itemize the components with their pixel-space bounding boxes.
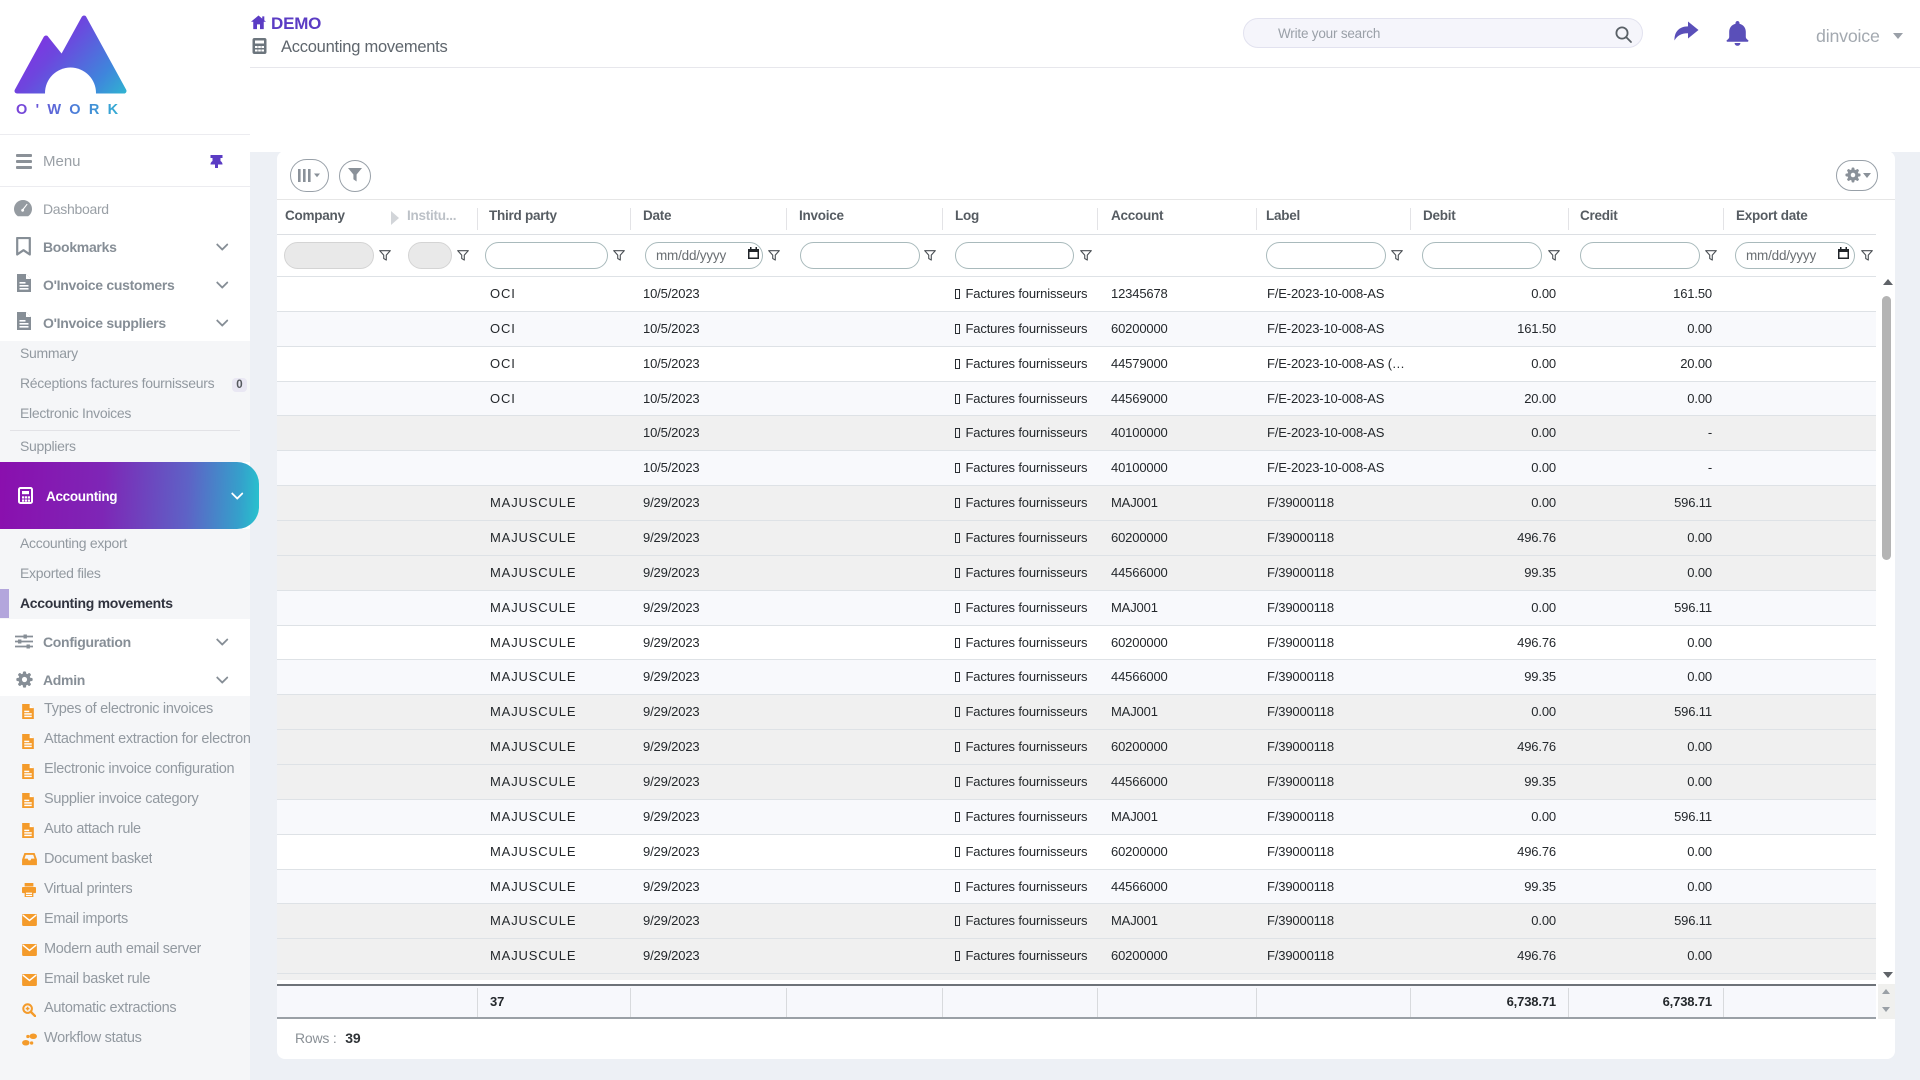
svg-text:O'WORK: O'WORK xyxy=(16,102,126,118)
